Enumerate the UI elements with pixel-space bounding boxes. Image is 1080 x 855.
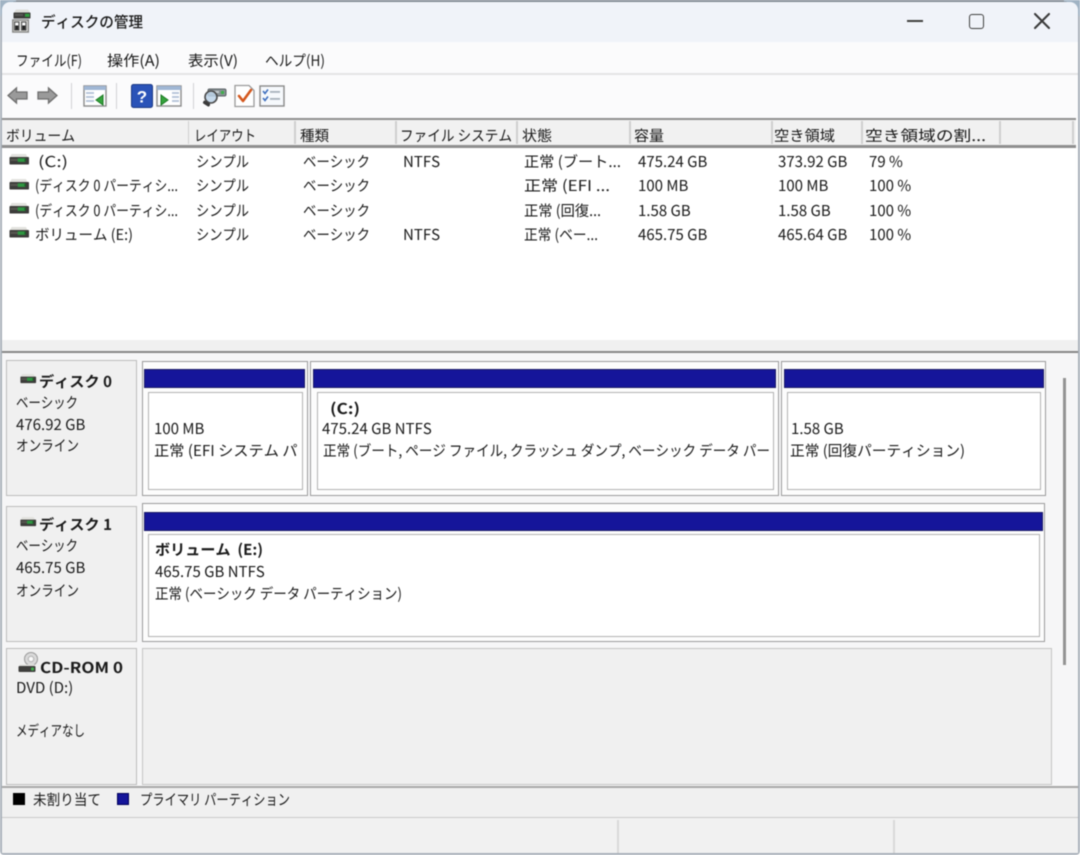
svg-text:?: ?	[137, 88, 147, 107]
